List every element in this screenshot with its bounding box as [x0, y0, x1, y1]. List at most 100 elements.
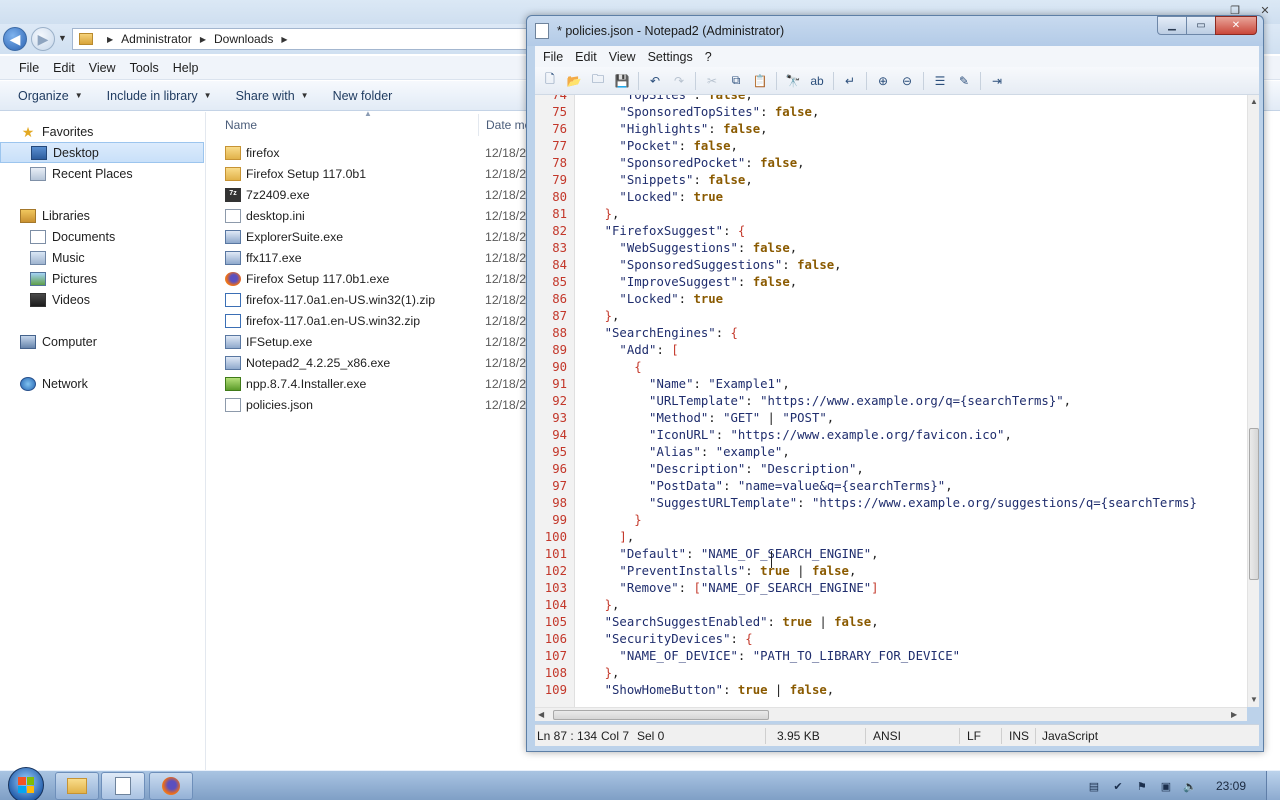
code-line[interactable]: 92 "URLTemplate": "https://www.example.o… — [535, 393, 1247, 410]
code-line[interactable]: 77 "Pocket": false, — [535, 138, 1247, 155]
nav-network[interactable]: Network — [0, 373, 204, 394]
nav-videos[interactable]: Videos — [0, 289, 204, 310]
taskbar-notepad2-button[interactable] — [101, 772, 145, 800]
close-button[interactable]: ✕ — [1215, 16, 1257, 35]
minimize-button[interactable]: ▁ — [1157, 16, 1187, 35]
file-row[interactable]: 7z 7z2409.exe 12/18/2 — [225, 184, 535, 205]
code-line[interactable]: 93 "Method": "GET" | "POST", — [535, 410, 1247, 427]
scroll-right-icon[interactable]: ▶ — [1231, 710, 1237, 719]
replace-icon[interactable]: ab — [808, 73, 826, 89]
notepad-title-bar[interactable]: * policies.json - Notepad2 (Administrato… — [527, 16, 1263, 46]
code-line[interactable]: 89 "Add": [ — [535, 342, 1247, 359]
code-line[interactable]: 107 "NAME_OF_DEVICE": "PATH_TO_LIBRARY_F… — [535, 648, 1247, 665]
code-line[interactable]: 87 }, — [535, 308, 1247, 325]
scroll-down-icon[interactable]: ▼ — [1250, 695, 1258, 704]
menu-help[interactable]: Help — [166, 61, 206, 75]
horizontal-scroll-thumb[interactable] — [553, 710, 769, 720]
taskbar-explorer-button[interactable] — [55, 772, 99, 800]
zoom-out-icon[interactable]: ⊖ — [898, 73, 916, 89]
customize-schemes-icon[interactable]: ✎ — [955, 73, 973, 89]
browse-icon[interactable]: 🗀 — [589, 72, 607, 89]
undo-icon[interactable]: ↶ — [646, 73, 664, 89]
status-insert-mode[interactable]: INS — [1009, 729, 1029, 743]
include-in-library-button[interactable]: Include in library ▼ — [99, 89, 220, 103]
code-line[interactable]: 86 "Locked": true — [535, 291, 1247, 308]
find-icon[interactable]: 🔭 — [784, 73, 802, 89]
breadcrumb-arrow-icon[interactable]: ▶ — [107, 35, 113, 44]
column-header-date[interactable]: Date me — [486, 112, 531, 138]
file-row[interactable]: desktop.ini 12/18/2 — [225, 205, 535, 226]
status-language[interactable]: JavaScript — [1042, 729, 1098, 743]
nav-computer[interactable]: Computer — [0, 331, 204, 352]
code-line[interactable]: 91 "Name": "Example1", — [535, 376, 1247, 393]
status-encoding[interactable]: ANSI — [873, 729, 901, 743]
file-row[interactable]: firefox-117.0a1.en-US.win32.zip 12/18/2 — [225, 310, 535, 331]
network-icon[interactable]: ▣ — [1159, 779, 1173, 793]
status-line-ending[interactable]: LF — [967, 729, 981, 743]
menu-edit[interactable]: Edit — [569, 50, 603, 64]
breadcrumb-arrow-icon[interactable]: ▶ — [200, 35, 206, 44]
code-line[interactable]: 97 "PostData": "name=value&q={searchTerm… — [535, 478, 1247, 495]
open-folder-icon[interactable]: 📂 — [565, 73, 583, 89]
scroll-left-icon[interactable]: ◀ — [538, 710, 544, 719]
word-wrap-icon[interactable]: ↵ — [841, 73, 859, 89]
breadcrumb-administrator[interactable]: Administrator — [121, 32, 192, 46]
start-button[interactable] — [8, 767, 44, 800]
vertical-scroll-thumb[interactable] — [1249, 428, 1259, 580]
code-line[interactable]: 75 "SponsoredTopSites": false, — [535, 104, 1247, 121]
file-row[interactable]: Firefox Setup 117.0b1 12/18/2 — [225, 163, 535, 184]
menu-view[interactable]: View — [603, 50, 642, 64]
save-icon[interactable]: 💾 — [613, 73, 631, 89]
menu-view[interactable]: View — [82, 61, 123, 75]
breadcrumb-arrow-icon[interactable]: ▶ — [281, 35, 287, 44]
breadcrumb-downloads[interactable]: Downloads — [214, 32, 273, 46]
share-with-button[interactable]: Share with ▼ — [228, 89, 317, 103]
organize-button[interactable]: Organize ▼ — [10, 89, 91, 103]
code-line[interactable]: 99 } — [535, 512, 1247, 529]
code-line[interactable]: 109 "ShowHomeButton": true | false, — [535, 682, 1247, 699]
nav-libraries[interactable]: Libraries — [0, 205, 204, 226]
column-divider[interactable] — [478, 114, 479, 136]
code-line[interactable]: 83 "WebSuggestions": false, — [535, 240, 1247, 257]
code-line[interactable]: 74 "TopSites": false, — [535, 95, 1247, 104]
clock[interactable]: 23:09 — [1216, 779, 1246, 793]
nav-pictures[interactable]: Pictures — [0, 268, 204, 289]
copy-icon[interactable]: ⧉ — [727, 73, 745, 89]
keyboard-icon[interactable]: ▤ — [1087, 779, 1101, 793]
code-line[interactable]: 90 { — [535, 359, 1247, 376]
code-line[interactable]: 76 "Highlights": false, — [535, 121, 1247, 138]
redo-icon[interactable]: ↷ — [670, 73, 688, 89]
code-line[interactable]: 108 }, — [535, 665, 1247, 682]
nav-favorites[interactable]: ★ Favorites — [0, 121, 204, 142]
menu-file[interactable]: File — [12, 61, 46, 75]
cut-icon[interactable]: ✂ — [703, 73, 721, 89]
nav-documents[interactable]: Documents — [0, 226, 204, 247]
file-row[interactable]: ExplorerSuite.exe 12/18/2 — [225, 226, 535, 247]
file-row[interactable]: ffx117.exe 12/18/2 — [225, 247, 535, 268]
file-row[interactable]: Firefox Setup 117.0b1.exe 12/18/2 — [225, 268, 535, 289]
code-line[interactable]: 102 "PreventInstalls": true | false, — [535, 563, 1247, 580]
code-line[interactable]: 79 "Snippets": false, — [535, 172, 1247, 189]
code-line[interactable]: 95 "Alias": "example", — [535, 444, 1247, 461]
file-row[interactable]: npp.8.7.4.Installer.exe 12/18/2 — [225, 373, 535, 394]
code-line[interactable]: 98 "SuggestURLTemplate": "https://www.ex… — [535, 495, 1247, 512]
code-line[interactable]: 106 "SecurityDevices": { — [535, 631, 1247, 648]
code-line[interactable]: 101 "Default": "NAME_OF_SEARCH_ENGINE", — [535, 546, 1247, 563]
file-row[interactable]: firefox-117.0a1.en-US.win32(1).zip 12/18/… — [225, 289, 535, 310]
new-file-icon[interactable]: 🗋 — [541, 72, 559, 89]
code-line[interactable]: 88 "SearchEngines": { — [535, 325, 1247, 342]
file-row[interactable]: Notepad2_4.2.25_x86.exe 12/18/2 — [225, 352, 535, 373]
menu-settings[interactable]: Settings — [642, 50, 699, 64]
code-line[interactable]: 94 "IconURL": "https://www.example.org/f… — [535, 427, 1247, 444]
code-line[interactable]: 84 "SponsoredSuggestions": false, — [535, 257, 1247, 274]
file-row[interactable]: policies.json 12/18/2 — [225, 394, 535, 415]
menu-tools[interactable]: Tools — [123, 61, 166, 75]
menu-help[interactable]: ? — [699, 50, 718, 64]
taskbar-firefox-button[interactable] — [149, 772, 193, 800]
code-line[interactable]: 85 "ImproveSuggest": false, — [535, 274, 1247, 291]
code-line[interactable]: 82 "FirefoxSuggest": { — [535, 223, 1247, 240]
code-editor[interactable]: 74 "TopSites": false, 75 "SponsoredTopSit… — [535, 95, 1259, 707]
volume-muted-icon[interactable]: 🔈 — [1183, 779, 1197, 793]
file-row[interactable]: IFSetup.exe 12/18/2 — [225, 331, 535, 352]
menu-file[interactable]: File — [537, 50, 569, 64]
